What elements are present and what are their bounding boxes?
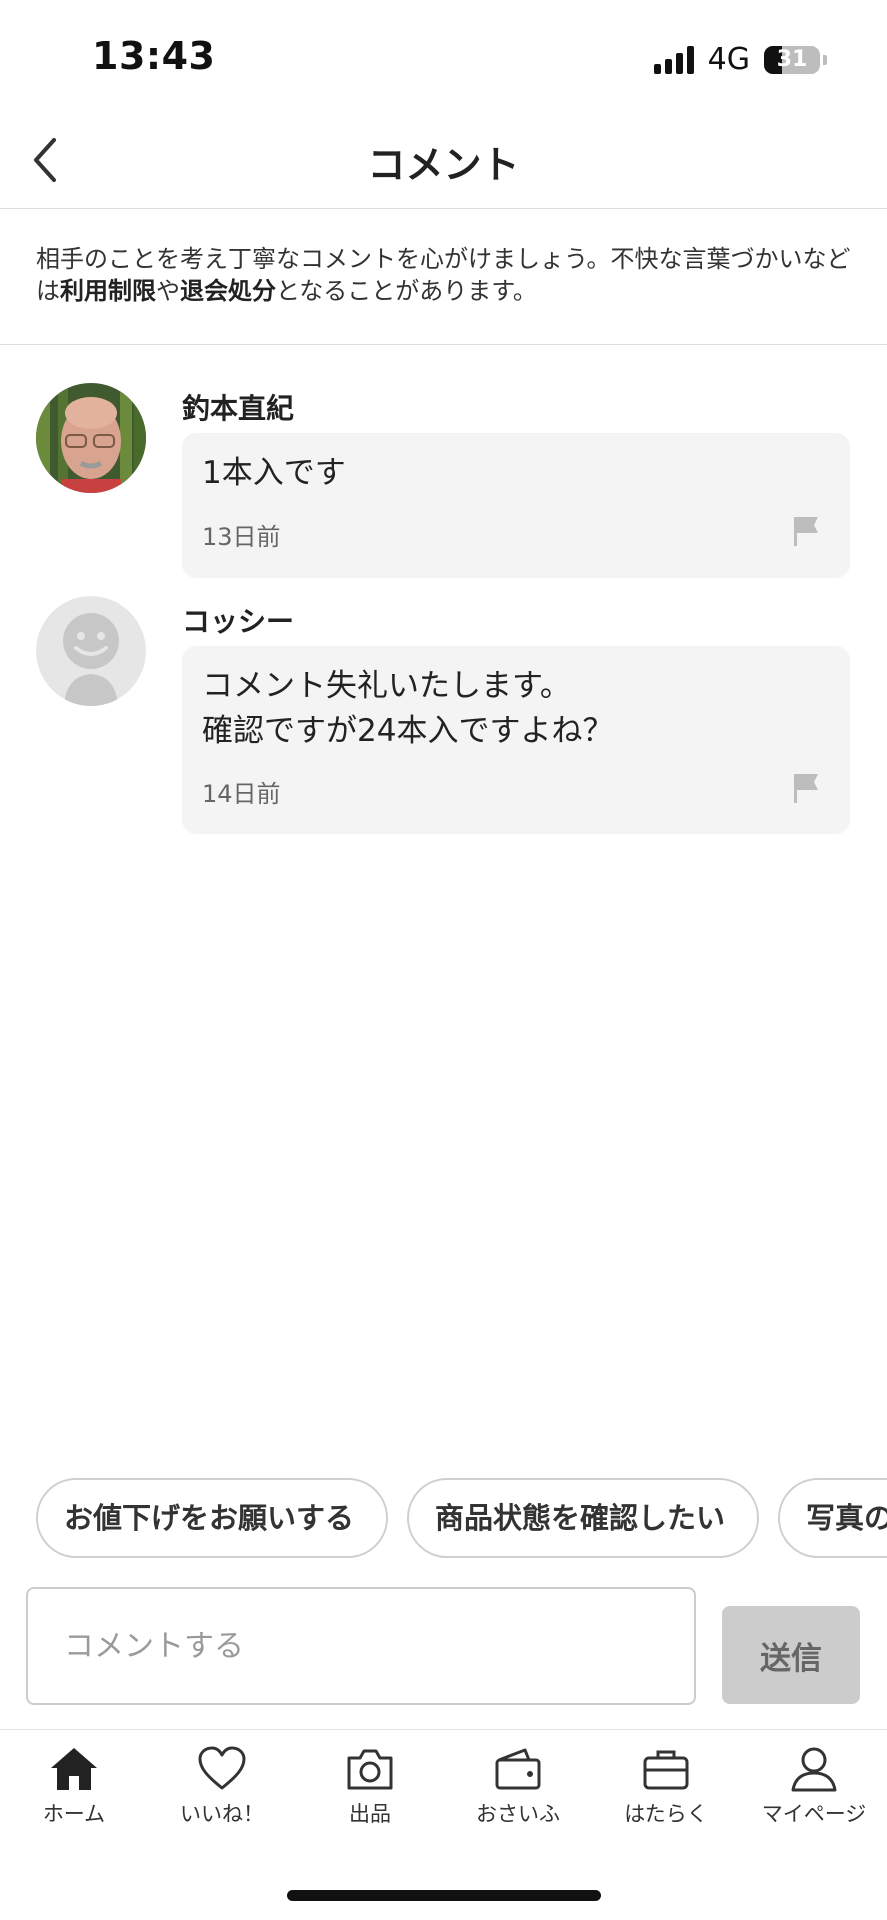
commenter-name: 釣本直紀 bbox=[182, 392, 295, 425]
notice-text-2: や bbox=[156, 277, 180, 305]
comment-text: 1本入です bbox=[202, 455, 346, 491]
nav-label: おさいふ bbox=[476, 1802, 560, 1826]
status-indicators: 4G 31 bbox=[653, 42, 827, 77]
nav-item-likes[interactable]: いいね！ bbox=[148, 1746, 296, 1828]
nav-label: いいね！ bbox=[180, 1802, 264, 1826]
notice-bold-usage-restriction: 利用制限 bbox=[60, 277, 156, 305]
person-icon bbox=[791, 1747, 837, 1792]
nav-item-wallet[interactable]: おさいふ bbox=[444, 1746, 592, 1828]
nav-item-sell[interactable]: 出品 bbox=[296, 1746, 444, 1828]
briefcase-icon bbox=[643, 1750, 689, 1790]
comment-time: 13日前 bbox=[202, 523, 281, 551]
avatar[interactable] bbox=[36, 596, 146, 706]
wallet-icon bbox=[495, 1748, 541, 1790]
status-bar: 13:43 4G 31 bbox=[0, 0, 887, 110]
home-icon bbox=[51, 1748, 97, 1790]
quick-reply-chips: お値下げをお願いする 商品状態を確認したい 写真の bbox=[36, 1478, 887, 1562]
quick-reply-chip[interactable]: お値下げをお願いする bbox=[36, 1478, 388, 1558]
commenter-name: コッシー bbox=[182, 605, 295, 638]
nav-item-home[interactable]: ホーム bbox=[0, 1746, 148, 1828]
network-label: 4G bbox=[707, 42, 750, 77]
avatar[interactable] bbox=[36, 383, 146, 493]
comment-guideline-notice: 相手のことを考え丁寧なコメントを心がけましょう。不快な言葉づかいなどは利用制限や… bbox=[0, 209, 887, 345]
battery-level: 31 bbox=[776, 46, 808, 72]
comment-item: 釣本直紀 1本入です 13日前 bbox=[0, 383, 887, 579]
home-indicator bbox=[287, 1890, 601, 1901]
quick-reply-chip[interactable]: 写真の bbox=[778, 1478, 887, 1558]
notice-bold-account-termination: 退会処分 bbox=[180, 277, 276, 305]
comment-input[interactable] bbox=[26, 1587, 696, 1705]
comment-text: コメント失礼いたします。 確認ですが24本入ですよね？ bbox=[202, 668, 614, 749]
flag-icon[interactable] bbox=[792, 515, 820, 547]
signal-icon bbox=[653, 45, 694, 74]
battery-cap bbox=[823, 54, 827, 65]
status-time: 13:43 bbox=[92, 34, 216, 78]
comment-bubble: 1本入です 13日前 bbox=[182, 433, 850, 578]
send-button[interactable]: 送信 bbox=[722, 1606, 860, 1704]
nav-label: マイページ bbox=[761, 1802, 867, 1826]
default-avatar-icon bbox=[36, 596, 146, 706]
comment-bubble: コメント失礼いたします。 確認ですが24本入ですよね？ 14日前 bbox=[182, 646, 850, 834]
bottom-nav: ホーム いいね！ 出品 おさいふ はたらく マイページ bbox=[0, 1729, 887, 1840]
page-title: コメント bbox=[367, 143, 520, 187]
camera-icon bbox=[347, 1749, 393, 1790]
nav-label: 出品 bbox=[349, 1802, 391, 1826]
battery-icon: 31 bbox=[764, 45, 820, 74]
quick-reply-chip[interactable]: 商品状態を確認したい bbox=[407, 1478, 759, 1558]
nav-item-work[interactable]: はたらく bbox=[592, 1746, 740, 1828]
flag-icon[interactable] bbox=[792, 772, 820, 804]
heart-icon bbox=[198, 1746, 246, 1790]
nav-item-mypage[interactable]: マイページ bbox=[740, 1746, 887, 1828]
notice-text-3: となることがあります。 bbox=[276, 277, 537, 305]
comment-item: コッシー コメント失礼いたします。 確認ですが24本入ですよね？ 14日前 bbox=[0, 596, 887, 836]
nav-label: はたらく bbox=[624, 1802, 708, 1826]
user-photo bbox=[36, 383, 146, 493]
nav-label: ホーム bbox=[42, 1802, 106, 1826]
header: コメント bbox=[0, 110, 887, 209]
comment-time: 14日前 bbox=[202, 780, 281, 808]
